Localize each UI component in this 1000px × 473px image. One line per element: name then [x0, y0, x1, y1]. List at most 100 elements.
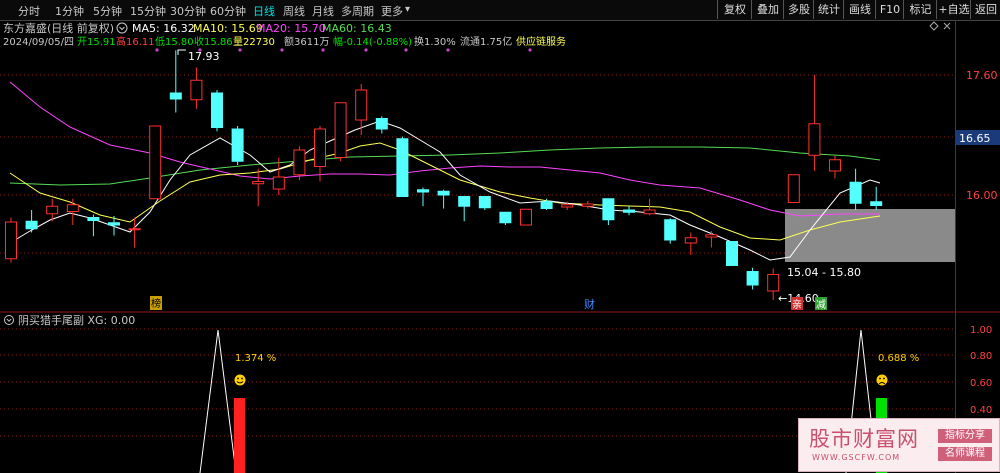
candle-body[interactable] [478, 196, 491, 209]
candle-body[interactable] [66, 204, 79, 212]
ma60-line [9, 146, 881, 186]
candle-body[interactable] [705, 234, 718, 238]
range-label: 15.04 - 15.80 [787, 266, 861, 279]
indicator-menu-icon[interactable] [4, 315, 14, 325]
candle-body[interactable] [334, 102, 347, 158]
candle-body[interactable] [108, 222, 120, 226]
tab-fenshi[interactable]: 分时 [18, 3, 40, 19]
info-change: 幅-0.14(-0.88%) [333, 35, 412, 48]
btn-add-watch[interactable]: +自选 [936, 0, 971, 19]
candle-body[interactable] [211, 92, 223, 128]
candle-body[interactable] [169, 92, 182, 100]
marker-qin-label: 亲 [792, 298, 802, 311]
candle-body[interactable] [520, 208, 532, 226]
candle-body[interactable] [375, 118, 388, 130]
kline-chart: 17.93 ←14.60 15.04 - 15.80 榜 财 亲 减 17.60… [0, 20, 1000, 473]
candle-body[interactable] [664, 219, 677, 241]
candle-body[interactable] [355, 89, 368, 121]
candle-body[interactable] [829, 159, 841, 172]
tab-1min[interactable]: 1分钟 [55, 3, 84, 19]
ma20-label: MA20: 15.70 [256, 22, 326, 35]
candle-body[interactable] [870, 201, 883, 206]
candle-body[interactable] [190, 79, 203, 101]
tab-30min[interactable]: 30分钟 [170, 3, 206, 19]
candle-body[interactable] [293, 149, 306, 176]
info-float: 流通1.75亿 [460, 35, 512, 48]
info-volume: 量22730 [233, 36, 275, 48]
btn-diejia[interactable]: 叠加 [751, 0, 784, 19]
ma5-label: MA5: 16.32 [132, 22, 195, 35]
candle-body[interactable] [684, 237, 697, 244]
candle-body[interactable] [46, 205, 59, 215]
btn-huaxian[interactable]: 画线 [843, 0, 876, 19]
tab-15min[interactable]: 15分钟 [130, 3, 166, 19]
candle-body[interactable] [623, 209, 635, 213]
candle-body[interactable] [5, 221, 17, 260]
marker-bang-label: 榜 [151, 297, 161, 310]
signal-spike-1 [199, 329, 237, 473]
candle-body[interactable] [602, 198, 615, 221]
candle-body[interactable] [767, 274, 780, 292]
candle-body[interactable] [396, 138, 409, 197]
tab-month[interactable]: 月线 [312, 3, 334, 19]
candle-body[interactable] [417, 189, 429, 193]
info-low: 低15.80 [155, 35, 194, 48]
high-label: 17.93 [188, 50, 220, 63]
btn-tongji[interactable]: 统计 [813, 0, 844, 19]
more-chevron-icon[interactable]: ▾ [405, 4, 410, 15]
candle-body[interactable] [787, 174, 800, 203]
diamond-icon[interactable] [929, 21, 939, 31]
btn-duogu[interactable]: 多股 [783, 0, 814, 19]
candle-body[interactable] [272, 176, 285, 190]
candle-body[interactable] [231, 128, 244, 162]
stock-title: 东方嘉盛(日线 前复权) [3, 21, 114, 35]
tab-60min[interactable]: 60分钟 [210, 3, 246, 19]
marker-cai-label[interactable]: 财 [584, 297, 595, 311]
candle-body[interactable] [458, 196, 471, 207]
btn-f10[interactable]: F10 [875, 0, 904, 19]
candle-body[interactable] [149, 125, 162, 200]
tab-multi[interactable]: 多周期 [341, 3, 374, 19]
candle-body[interactable] [314, 128, 326, 167]
btn-back[interactable]: 返回 [970, 0, 1000, 19]
signal-pct-1: 1.374 % [235, 353, 276, 364]
btn-biaoji[interactable]: 标记 [903, 0, 937, 19]
tab-more[interactable]: 更多 [381, 3, 403, 19]
info-close: 收15.86 [194, 35, 233, 48]
candles-layer [5, 50, 883, 300]
smile-icon [234, 374, 246, 386]
ma10-label: MA10: 15.69 [193, 22, 263, 35]
candle-body[interactable] [252, 181, 265, 185]
range-box [785, 209, 955, 262]
candle-body[interactable] [581, 203, 594, 207]
ma5-line [9, 120, 881, 261]
btn-fuquan[interactable]: 复权 [717, 0, 752, 19]
candle-body[interactable] [437, 190, 450, 196]
candle-body[interactable] [25, 220, 38, 230]
tab-day[interactable]: 日线 [253, 3, 275, 19]
candle-body[interactable] [808, 123, 821, 156]
candle-body[interactable] [561, 204, 574, 208]
candle-body[interactable] [87, 217, 100, 221]
frown-icon [876, 374, 888, 386]
info-turnover: 换1.30% [414, 35, 456, 48]
candle-body[interactable] [849, 181, 862, 204]
candle-body[interactable] [128, 228, 141, 231]
tab-5min[interactable]: 5分钟 [93, 3, 122, 19]
candle-body[interactable] [499, 211, 512, 224]
candle-body[interactable] [746, 271, 759, 286]
menu-arrow-icon[interactable] [116, 22, 128, 34]
indicator-tick: 0.80 [970, 351, 992, 362]
candle-body[interactable] [726, 241, 738, 266]
watermark-url: WWW.GSCFW.COM [812, 453, 901, 462]
info-date: 2024/09/05/四 [3, 37, 74, 48]
tab-week[interactable]: 周线 [283, 3, 305, 19]
close-icon[interactable] [943, 22, 951, 30]
indicator-tick: 0.60 [970, 378, 992, 389]
candle-body[interactable] [540, 201, 553, 209]
indicator-title: 阴买猎手尾副 XG: 0.00 [18, 313, 135, 327]
price-tick: 16.00 [966, 189, 998, 202]
ma20-line [9, 81, 880, 217]
candle-body[interactable] [643, 209, 656, 215]
indicator-tick: 0.40 [970, 405, 992, 416]
